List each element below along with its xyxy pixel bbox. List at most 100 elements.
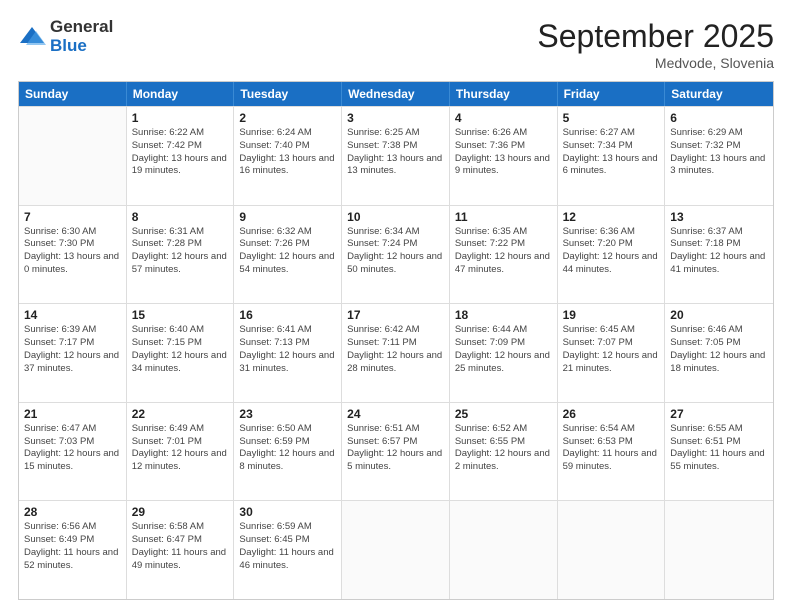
- page: General Blue September 2025 Medvode, Slo…: [0, 0, 792, 612]
- day-number: 21: [24, 407, 121, 421]
- day-number: 3: [347, 111, 444, 125]
- sunset-text: Sunset: 6:47 PM: [132, 534, 229, 547]
- sunset-text: Sunset: 7:38 PM: [347, 140, 444, 153]
- day-number: 17: [347, 308, 444, 322]
- calendar-cell: 15Sunrise: 6:40 AMSunset: 7:15 PMDayligh…: [127, 304, 235, 402]
- sunrise-text: Sunrise: 6:42 AM: [347, 324, 444, 337]
- day-number: 16: [239, 308, 336, 322]
- calendar-cell: 10Sunrise: 6:34 AMSunset: 7:24 PMDayligh…: [342, 206, 450, 304]
- sunrise-text: Sunrise: 6:58 AM: [132, 521, 229, 534]
- calendar-cell: 17Sunrise: 6:42 AMSunset: 7:11 PMDayligh…: [342, 304, 450, 402]
- calendar-cell: [665, 501, 773, 599]
- daylight-text: Daylight: 12 hours and 44 minutes.: [563, 251, 660, 277]
- calendar-row-4: 21 Sunrise: 6:47 AMSunset: 7:03 PM Dayligh…: [19, 402, 773, 501]
- sunset-text: Sunset: 7:28 PM: [132, 238, 229, 251]
- daylight-text: Daylight: 13 hours and 13 minutes.: [347, 153, 444, 179]
- day-number: 20: [670, 308, 768, 322]
- sunrise-text: Sunrise: 6:30 AM: [24, 226, 121, 239]
- day-number: 8: [132, 210, 229, 224]
- sunrise-text: Sunrise: 6:34 AM: [347, 226, 444, 239]
- calendar-cell: 24Sunrise: 6:51 AMSunset: 6:57 PMDayligh…: [342, 403, 450, 501]
- sunset-text: Sunset: 6:45 PM: [239, 534, 336, 547]
- daylight-text: Daylight: 12 hours and 57 minutes.: [132, 251, 229, 277]
- calendar-row-2: 7Sunrise: 6:30 AMSunset: 7:30 PMDaylight…: [19, 205, 773, 304]
- logo-icon: [18, 23, 46, 51]
- daylight-text: Daylight: 13 hours and 9 minutes.: [455, 153, 552, 179]
- sunrise-text: Sunrise: 6:46 AM: [670, 324, 768, 337]
- sunrise-text: Sunrise: 6:37 AM: [670, 226, 768, 239]
- logo-text: General Blue: [50, 18, 113, 55]
- calendar-cell: 4 Sunrise: 6:26 AMSunset: 7:36 PMDaylight…: [450, 107, 558, 205]
- sunrise-text: Sunrise: 6:25 AM: [347, 127, 444, 140]
- daylight-text: Daylight: 12 hours and 25 minutes.: [455, 350, 552, 376]
- calendar-cell: 21Sunrise: 6:47 AMSunset: 7:03 PMDayligh…: [19, 403, 127, 501]
- sunrise-text: Sunrise: 6:49 AM: [132, 423, 229, 436]
- day-number: 23: [239, 407, 336, 421]
- calendar-cell: 8 Sunrise: 6:31 AMSunset: 7:28 PMDaylight…: [127, 206, 235, 304]
- sunrise-text: Sunrise: 6:26 AM: [455, 127, 552, 140]
- day-number: 1: [132, 111, 229, 125]
- sunrise-text: Sunrise: 6:54 AM: [563, 423, 660, 436]
- daylight-text: Daylight: 12 hours and 41 minutes.: [670, 251, 768, 277]
- calendar-cell: [558, 501, 666, 599]
- daylight-text: Daylight: 12 hours and 54 minutes.: [239, 251, 336, 277]
- sunrise-text: Sunrise: 6:52 AM: [455, 423, 552, 436]
- calendar-cell: 26 Sunrise: 6:54 AMSunset: 6:53 PMDayligh…: [558, 403, 666, 501]
- daylight-text: Daylight: 11 hours and 46 minutes.: [239, 547, 336, 573]
- calendar-cell: 6Sunrise: 6:29 AMSunset: 7:32 PMDaylight…: [665, 107, 773, 205]
- sunset-text: Sunset: 7:01 PM: [132, 436, 229, 449]
- header-day-friday: Friday: [558, 82, 666, 106]
- sunset-text: Sunset: 6:53 PM: [563, 436, 660, 449]
- calendar-cell: 3 Sunrise: 6:25 AMSunset: 7:38 PMDaylight…: [342, 107, 450, 205]
- sunrise-text: Sunrise: 6:36 AM: [563, 226, 660, 239]
- calendar-cell: 13Sunrise: 6:37 AMSunset: 7:18 PMDayligh…: [665, 206, 773, 304]
- calendar-cell: 18Sunrise: 6:44 AMSunset: 7:09 PMDayligh…: [450, 304, 558, 402]
- header-day-sunday: Sunday: [19, 82, 127, 106]
- day-number: 4: [455, 111, 552, 125]
- calendar: SundayMondayTuesdayWednesdayThursdayFrid…: [18, 81, 774, 600]
- logo-blue: Blue: [50, 37, 113, 56]
- sunrise-text: Sunrise: 6:31 AM: [132, 226, 229, 239]
- sunrise-text: Sunrise: 6:47 AM: [24, 423, 121, 436]
- sunrise-text: Sunrise: 6:24 AM: [239, 127, 336, 140]
- calendar-cell: 27Sunrise: 6:55 AMSunset: 6:51 PMDayligh…: [665, 403, 773, 501]
- calendar-body: 1Sunrise: 6:22 AMSunset: 7:42 PMDaylight…: [19, 106, 773, 599]
- sunrise-text: Sunrise: 6:44 AM: [455, 324, 552, 337]
- day-number: 2: [239, 111, 336, 125]
- logo-general: General: [50, 18, 113, 37]
- calendar-cell: 12Sunrise: 6:36 AMSunset: 7:20 PMDayligh…: [558, 206, 666, 304]
- daylight-text: Daylight: 13 hours and 0 minutes.: [24, 251, 121, 277]
- daylight-text: Daylight: 12 hours and 50 minutes.: [347, 251, 444, 277]
- day-number: 26: [563, 407, 660, 421]
- calendar-cell: 28Sunrise: 6:56 AMSunset: 6:49 PMDayligh…: [19, 501, 127, 599]
- day-number: 14: [24, 308, 121, 322]
- calendar-row-3: 14Sunrise: 6:39 AMSunset: 7:17 PMDayligh…: [19, 303, 773, 402]
- day-number: 18: [455, 308, 552, 322]
- sunrise-text: Sunrise: 6:40 AM: [132, 324, 229, 337]
- sunrise-text: Sunrise: 6:59 AM: [239, 521, 336, 534]
- daylight-text: Daylight: 13 hours and 6 minutes.: [563, 153, 660, 179]
- daylight-text: Daylight: 11 hours and 55 minutes.: [670, 448, 768, 474]
- sunset-text: Sunset: 7:36 PM: [455, 140, 552, 153]
- calendar-cell: 29Sunrise: 6:58 AMSunset: 6:47 PMDayligh…: [127, 501, 235, 599]
- daylight-text: Daylight: 12 hours and 37 minutes.: [24, 350, 121, 376]
- day-number: 6: [670, 111, 768, 125]
- day-number: 11: [455, 210, 552, 224]
- daylight-text: Daylight: 12 hours and 5 minutes.: [347, 448, 444, 474]
- sunset-text: Sunset: 6:59 PM: [239, 436, 336, 449]
- day-number: 12: [563, 210, 660, 224]
- day-number: 19: [563, 308, 660, 322]
- month-title: September 2025: [537, 18, 774, 55]
- sunset-text: Sunset: 7:26 PM: [239, 238, 336, 251]
- sunset-text: Sunset: 7:03 PM: [24, 436, 121, 449]
- sunset-text: Sunset: 7:22 PM: [455, 238, 552, 251]
- sunset-text: Sunset: 7:17 PM: [24, 337, 121, 350]
- daylight-text: Daylight: 12 hours and 21 minutes.: [563, 350, 660, 376]
- sunset-text: Sunset: 7:07 PM: [563, 337, 660, 350]
- daylight-text: Daylight: 11 hours and 59 minutes.: [563, 448, 660, 474]
- sunrise-text: Sunrise: 6:55 AM: [670, 423, 768, 436]
- sunset-text: Sunset: 7:18 PM: [670, 238, 768, 251]
- sunrise-text: Sunrise: 6:51 AM: [347, 423, 444, 436]
- sunrise-text: Sunrise: 6:50 AM: [239, 423, 336, 436]
- calendar-cell: [342, 501, 450, 599]
